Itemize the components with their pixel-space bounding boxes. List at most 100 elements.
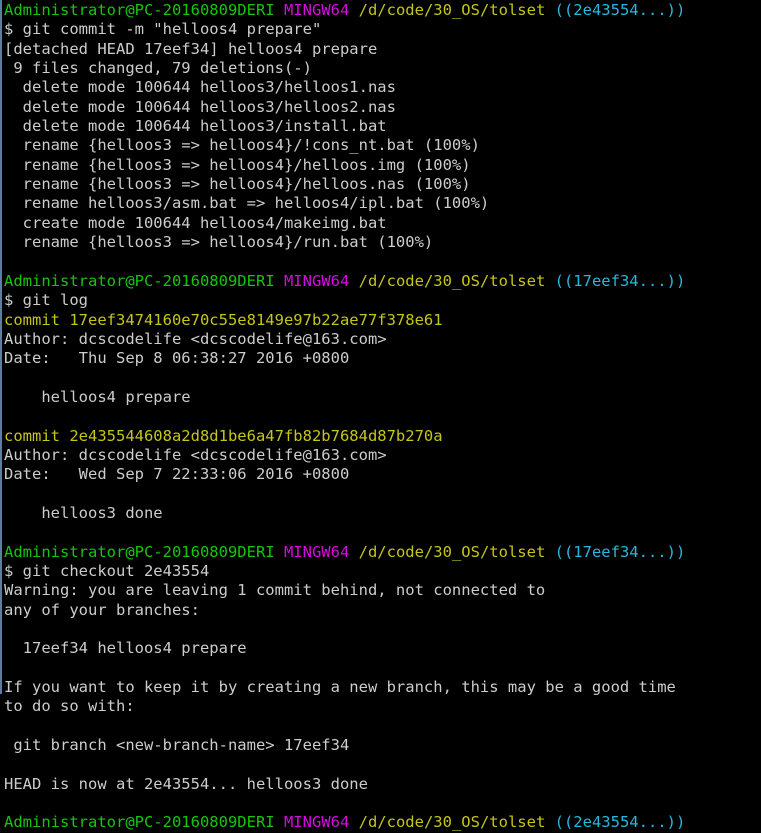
prompt-line: Administrator@PC-20160809DERI MINGW64 /d… xyxy=(4,1,761,20)
prompt-git-ref: ((2e43554...)) xyxy=(554,813,686,832)
prompt-shell-tag: MINGW64 xyxy=(283,813,350,832)
blank-text xyxy=(4,717,13,735)
blank-text xyxy=(4,659,13,677)
blank-text xyxy=(4,369,13,387)
blank-text xyxy=(4,755,13,773)
output-line: to do so with: xyxy=(4,697,761,716)
output-text: 9 files changed, 79 deletions(-) xyxy=(4,59,312,78)
blank-line xyxy=(4,369,761,388)
output-line: 17eef34 helloos4 prepare xyxy=(4,639,761,658)
output-text: create mode 100644 helloos4/makeimg.bat xyxy=(4,213,387,232)
output-line: 9 files changed, 79 deletions(-) xyxy=(4,59,761,78)
output-text: rename {helloos3 => helloos4}/helloos.na… xyxy=(4,175,471,194)
terminal-window[interactable]: Administrator@PC-20160809DERI MINGW64 /d… xyxy=(0,0,761,831)
output-line: rename {helloos3 => helloos4}/helloos.na… xyxy=(4,175,761,194)
output-line: helloos4 prepare xyxy=(4,388,761,407)
output-line: [detached HEAD 17eef34] helloos4 prepare xyxy=(4,40,761,59)
command-line: $ git checkout 2e43554 xyxy=(4,562,761,581)
prompt-line: Administrator@PC-20160809DERI MINGW64 /d… xyxy=(4,543,761,562)
output-line: delete mode 100644 helloos3/install.bat xyxy=(4,117,761,136)
output-text: delete mode 100644 helloos3/helloos1.nas xyxy=(4,78,396,97)
prompt-git-ref: ((17eef34...)) xyxy=(554,542,686,561)
prompt-shell-tag: MINGW64 xyxy=(283,271,350,290)
prompt-user-host: Administrator@PC-20160809DERI xyxy=(4,813,275,832)
blank-text xyxy=(4,252,13,270)
prompt-shell-tag: MINGW64 xyxy=(283,542,350,561)
output-line: rename {helloos3 => helloos4}/helloos.im… xyxy=(4,156,761,175)
output-line: Author: dcscodelife <dcscodelife@163.com… xyxy=(4,330,761,349)
output-line: If you want to keep it by creating a new… xyxy=(4,678,761,697)
output-text: Author: dcscodelife <dcscodelife@163.com… xyxy=(4,329,387,348)
blank-text xyxy=(4,407,13,425)
blank-text xyxy=(4,620,13,638)
output-line: Date: Thu Sep 8 06:38:27 2016 +0800 xyxy=(4,349,761,368)
commit-hash-text: commit 17eef3474160e70c55e8149e97b22ae77… xyxy=(4,310,443,329)
blank-line xyxy=(4,523,761,542)
output-line: rename {helloos3 => helloos4}/!cons_nt.b… xyxy=(4,136,761,155)
blank-line xyxy=(4,659,761,678)
commit-line: commit 2e435544608a2d8d1be6a47fb82b7684d… xyxy=(4,427,761,446)
prompt-path: /d/code/30_OS/tolset xyxy=(358,813,546,832)
output-text: rename {helloos3 => helloos4}/!cons_nt.b… xyxy=(4,136,480,155)
output-text: 17eef34 helloos4 prepare xyxy=(4,639,247,658)
output-line: any of your branches: xyxy=(4,601,761,620)
blank-line xyxy=(4,620,761,639)
output-text: Date: Wed Sep 7 22:33:06 2016 +0800 xyxy=(4,465,350,484)
prompt-user-host: Administrator@PC-20160809DERI xyxy=(4,271,275,290)
output-line: Warning: you are leaving 1 commit behind… xyxy=(4,581,761,600)
command-line: $ git commit -m "helloos4 prepare" xyxy=(4,20,761,39)
blank-text xyxy=(4,485,13,503)
output-text: Author: dcscodelife <dcscodelife@163.com… xyxy=(4,445,387,464)
output-text: helloos4 prepare xyxy=(4,387,191,406)
blank-line xyxy=(4,755,761,774)
blank-line xyxy=(4,794,761,813)
output-text: Warning: you are leaving 1 commit behind… xyxy=(4,581,546,600)
prompt-git-ref: ((2e43554...)) xyxy=(554,1,686,19)
output-text: git branch <new-branch-name> 17eef34 xyxy=(4,736,350,755)
output-line: rename {helloos3 => helloos4}/run.bat (1… xyxy=(4,233,761,252)
output-text: rename helloos3/asm.bat => helloos4/ipl.… xyxy=(4,194,490,213)
output-line: git branch <new-branch-name> 17eef34 xyxy=(4,736,761,755)
prompt-line: Administrator@PC-20160809DERI MINGW64 /d… xyxy=(4,813,761,832)
output-line: delete mode 100644 helloos3/helloos1.nas xyxy=(4,78,761,97)
prompt-user-host: Administrator@PC-20160809DERI xyxy=(4,542,275,561)
output-text: rename {helloos3 => helloos4}/run.bat (1… xyxy=(4,233,434,252)
blank-line xyxy=(4,252,761,271)
command-line: $ git log xyxy=(4,291,761,310)
prompt-user-host: Administrator@PC-20160809DERI xyxy=(4,1,275,19)
output-text: rename {helloos3 => helloos4}/helloos.im… xyxy=(4,155,471,174)
output-text: If you want to keep it by creating a new… xyxy=(4,678,676,697)
prompt-shell-tag: MINGW64 xyxy=(283,1,350,19)
output-text: Date: Thu Sep 8 06:38:27 2016 +0800 xyxy=(4,349,350,368)
output-text: delete mode 100644 helloos3/install.bat xyxy=(4,117,387,136)
output-text: helloos3 done xyxy=(4,503,163,522)
commit-hash-text: commit 2e435544608a2d8d1be6a47fb82b7684d… xyxy=(4,426,443,445)
prompt-line: Administrator@PC-20160809DERI MINGW64 /d… xyxy=(4,272,761,291)
command-text: $ git commit -m "helloos4 prepare" xyxy=(4,20,322,39)
output-line: create mode 100644 helloos4/makeimg.bat xyxy=(4,214,761,233)
blank-text xyxy=(4,794,13,812)
prompt-git-ref: ((17eef34...)) xyxy=(554,271,686,290)
blank-line xyxy=(4,407,761,426)
output-text: HEAD is now at 2e43554... helloos3 done xyxy=(4,774,368,793)
output-line: rename helloos3/asm.bat => helloos4/ipl.… xyxy=(4,194,761,213)
prompt-path: /d/code/30_OS/tolset xyxy=(358,271,546,290)
command-text: $ git log xyxy=(4,291,88,310)
blank-text xyxy=(4,523,13,541)
output-line: helloos3 done xyxy=(4,504,761,523)
output-line: delete mode 100644 helloos3/helloos2.nas xyxy=(4,98,761,117)
output-line: HEAD is now at 2e43554... helloos3 done xyxy=(4,775,761,794)
prompt-path: /d/code/30_OS/tolset xyxy=(358,1,546,19)
